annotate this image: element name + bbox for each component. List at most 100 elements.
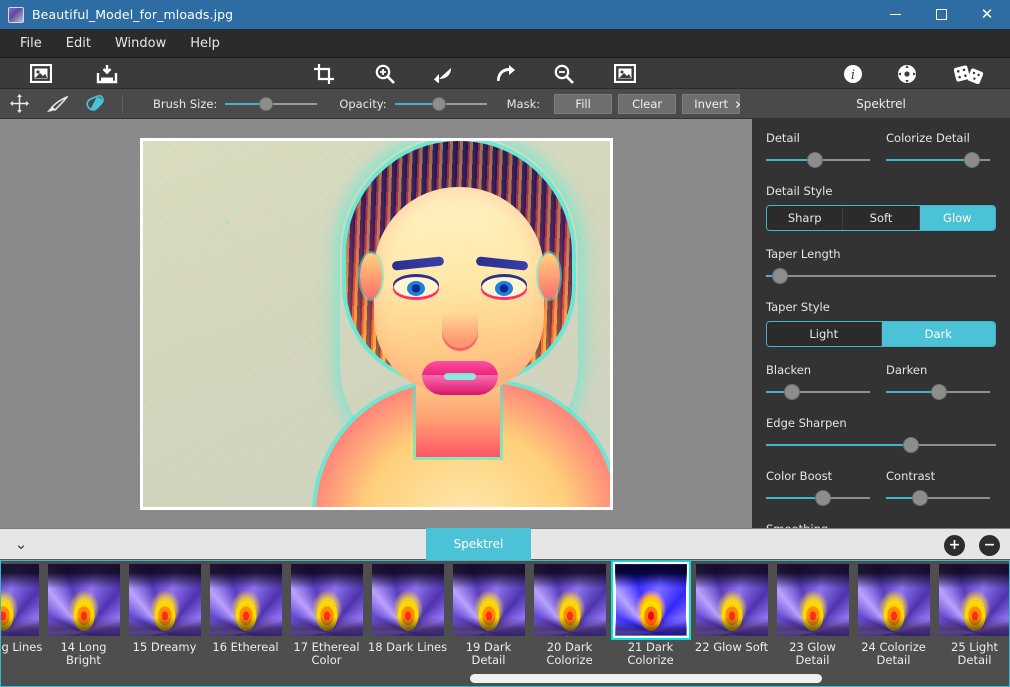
detail-slider-row: Detail Colorize Detail xyxy=(766,131,996,168)
blacken-darken-row: Blacken Darken xyxy=(766,363,996,400)
preset-thumbnail[interactable] xyxy=(695,564,768,636)
taper-style-group: Taper Style Light Dark xyxy=(766,300,996,347)
preset-strip[interactable]: 13 Long Lines 14 Long Bright 15 Dreamy 1… xyxy=(0,560,1010,687)
info-icon[interactable]: i xyxy=(834,58,872,89)
preset-thumbnail[interactable] xyxy=(209,564,282,636)
preset-item-23[interactable]: 23 Glow Detail xyxy=(772,564,853,667)
preset-strip-scrollbar[interactable] xyxy=(0,674,1010,683)
zoom-out-icon[interactable] xyxy=(545,58,583,89)
taper-length-knob[interactable] xyxy=(771,268,788,284)
application-window: Beautiful_Model_for_mloads.jpg ✕ File Ed… xyxy=(0,0,1010,687)
contrast-slider-group: Contrast xyxy=(886,469,990,506)
taper-style-option-dark[interactable]: Dark xyxy=(881,322,995,346)
preset-category-tab-spektrel[interactable]: Spektrel xyxy=(426,528,531,560)
preset-item-24[interactable]: 24 Colorize Detail xyxy=(853,564,934,667)
add-preset-button[interactable]: + xyxy=(944,534,965,556)
preset-item-17[interactable]: 17 Ethereal Color xyxy=(286,564,367,667)
image-canvas[interactable] xyxy=(140,138,613,510)
save-image-icon[interactable] xyxy=(88,58,126,89)
taper-style-option-light[interactable]: Light xyxy=(767,322,882,346)
close-button[interactable]: ✕ xyxy=(964,0,1010,29)
colorize-detail-label: Colorize Detail xyxy=(886,131,970,145)
crop-icon[interactable] xyxy=(305,58,343,89)
settings-icon[interactable] xyxy=(888,58,926,89)
contrast-slider[interactable] xyxy=(886,490,990,506)
brush-size-track-rest xyxy=(272,102,318,105)
edge-sharpen-knob[interactable] xyxy=(902,437,919,453)
svg-text:i: i xyxy=(851,68,855,83)
open-image-icon[interactable] xyxy=(22,58,60,89)
pan-tool-icon[interactable] xyxy=(0,89,38,119)
preset-thumbnail[interactable] xyxy=(290,564,363,636)
maximize-button[interactable] xyxy=(918,0,964,29)
preset-label: 13 Long Lines xyxy=(0,640,43,654)
colorize-detail-slider-group: Colorize Detail xyxy=(886,131,990,168)
blacken-knob[interactable] xyxy=(784,384,800,400)
menu-item-edit[interactable]: Edit xyxy=(54,33,103,54)
minimize-button[interactable] xyxy=(872,0,918,29)
menu-item-window[interactable]: Window xyxy=(103,33,178,54)
preset-thumbnail[interactable] xyxy=(612,562,689,638)
colorize-detail-knob[interactable] xyxy=(964,152,981,168)
preset-item-13[interactable]: 13 Long Lines xyxy=(0,564,43,667)
opacity-knob[interactable] xyxy=(431,96,446,111)
preset-thumbnail[interactable] xyxy=(533,564,606,636)
preset-item-19[interactable]: 19 Dark Detail xyxy=(448,564,529,667)
app-icon xyxy=(8,6,24,23)
undo-icon[interactable] xyxy=(425,58,463,89)
detail-style-option-glow[interactable]: Glow xyxy=(919,206,995,230)
color-boost-slider[interactable] xyxy=(766,490,870,506)
detail-style-segmented[interactable]: Sharp Soft Glow xyxy=(766,205,996,231)
zoom-in-icon[interactable] xyxy=(366,58,404,89)
preset-thumbnail[interactable] xyxy=(371,564,444,636)
menu-item-help[interactable]: Help xyxy=(178,33,232,54)
detail-knob[interactable] xyxy=(806,152,823,168)
mask-fill-button[interactable]: Fill xyxy=(554,93,613,114)
preset-thumbnail[interactable] xyxy=(452,564,525,636)
remove-preset-button[interactable]: − xyxy=(979,534,1000,556)
redo-icon[interactable] xyxy=(486,58,524,89)
preset-item-20[interactable]: 20 Dark Colorize xyxy=(529,564,610,667)
preset-strip-scroll-thumb[interactable] xyxy=(470,674,822,683)
preset-thumbnail[interactable] xyxy=(0,564,39,636)
expand-panel-chevron-icon[interactable]: › xyxy=(724,89,752,119)
blacken-slider[interactable] xyxy=(766,384,870,400)
preset-thumbnail[interactable] xyxy=(857,564,930,636)
preset-thumbnail[interactable] xyxy=(128,564,201,636)
color-boost-knob[interactable] xyxy=(815,490,832,506)
mask-clear-button[interactable]: Clear xyxy=(618,93,677,114)
edge-sharpen-slider[interactable] xyxy=(766,437,996,453)
preset-item-14[interactable]: 14 Long Bright xyxy=(43,564,124,667)
taper-length-track xyxy=(766,275,996,277)
brush-size-slider[interactable] xyxy=(225,96,318,111)
preset-thumbnail[interactable] xyxy=(47,564,120,636)
collapse-presets-chevron-icon[interactable]: ⌄ xyxy=(0,528,42,560)
darken-slider-group: Darken xyxy=(886,363,990,400)
preset-thumbnail[interactable] xyxy=(776,564,849,636)
brush-tool-icon[interactable] xyxy=(38,89,76,119)
detail-style-option-soft[interactable]: Soft xyxy=(843,206,920,230)
detail-style-option-sharp[interactable]: Sharp xyxy=(767,206,844,230)
darken-slider[interactable] xyxy=(886,384,990,400)
close-icon: ✕ xyxy=(980,5,994,23)
preset-thumbnail[interactable] xyxy=(938,564,1010,636)
preset-item-21-selected[interactable]: 21 Dark Colorize xyxy=(610,562,691,667)
preset-item-15[interactable]: 15 Dreamy xyxy=(124,564,205,667)
darken-knob[interactable] xyxy=(931,384,948,400)
canvas-area[interactable] xyxy=(0,119,752,528)
brush-size-knob[interactable] xyxy=(259,96,274,111)
contrast-knob[interactable] xyxy=(912,490,929,506)
preset-item-16[interactable]: 16 Ethereal xyxy=(205,564,286,667)
eraser-tool-icon[interactable] xyxy=(76,89,114,119)
colorize-detail-slider[interactable] xyxy=(886,152,990,168)
taper-length-slider[interactable] xyxy=(766,268,996,284)
dice-randomize-icon[interactable] xyxy=(946,58,992,89)
preset-item-25[interactable]: 25 Light Detail xyxy=(934,564,1010,667)
preset-item-22[interactable]: 22 Glow Soft xyxy=(691,564,772,667)
preset-item-18[interactable]: 18 Dark Lines xyxy=(367,564,448,667)
menu-item-file[interactable]: File xyxy=(8,33,54,54)
fit-image-icon[interactable] xyxy=(606,58,644,89)
opacity-slider[interactable] xyxy=(394,96,487,111)
detail-slider[interactable] xyxy=(766,152,870,168)
taper-style-segmented[interactable]: Light Dark xyxy=(766,321,996,347)
